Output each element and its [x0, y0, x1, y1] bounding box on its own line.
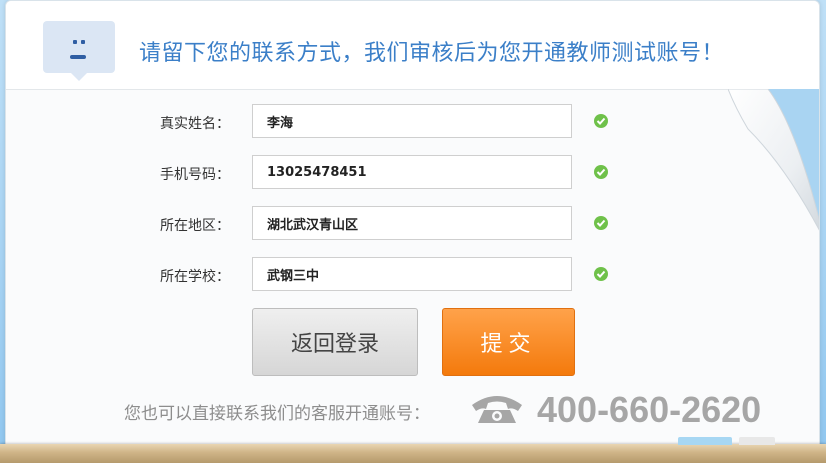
name-field[interactable]: [252, 104, 572, 138]
region-label: 所在地区：: [160, 218, 230, 234]
phone-field[interactable]: [252, 155, 572, 189]
form-row-region: 所在地区：: [6, 206, 819, 242]
service-phone-number: 400-660-2620: [537, 389, 762, 430]
page-title: 请留下您的联系方式，我们审核后为您开通教师测试账号！: [139, 41, 725, 66]
phone-label: 手机号码：: [160, 167, 230, 183]
school-label: 所在学校：: [160, 269, 230, 285]
form-row-school: 所在学校：: [6, 257, 819, 293]
check-icon: [594, 165, 608, 179]
check-icon: [594, 216, 608, 230]
school-field[interactable]: [252, 257, 572, 291]
form-row-phone: 手机号码：: [6, 155, 819, 191]
region-field[interactable]: [252, 206, 572, 240]
check-icon: [594, 267, 608, 281]
bottom-tab-decoration: [739, 437, 775, 445]
check-icon: [594, 114, 608, 128]
submit-button[interactable]: 提交: [442, 308, 575, 376]
back-to-login-button[interactable]: 返回登录: [252, 308, 418, 376]
face-icon: [43, 21, 115, 81]
registration-card: 请留下您的联系方式，我们审核后为您开通教师测试账号！ 真实姓名： 手机号码： 所…: [5, 0, 820, 452]
name-label: 真实姓名：: [160, 116, 230, 132]
wooden-shelf: [0, 444, 826, 463]
form-row-name: 真实姓名：: [6, 104, 819, 140]
phone-icon: [472, 396, 522, 423]
bottom-tab-decoration: [678, 437, 732, 445]
contact-text: 您也可以直接联系我们的客服开通账号：: [124, 404, 430, 424]
card-header: 请留下您的联系方式，我们审核后为您开通教师测试账号！: [6, 1, 819, 90]
